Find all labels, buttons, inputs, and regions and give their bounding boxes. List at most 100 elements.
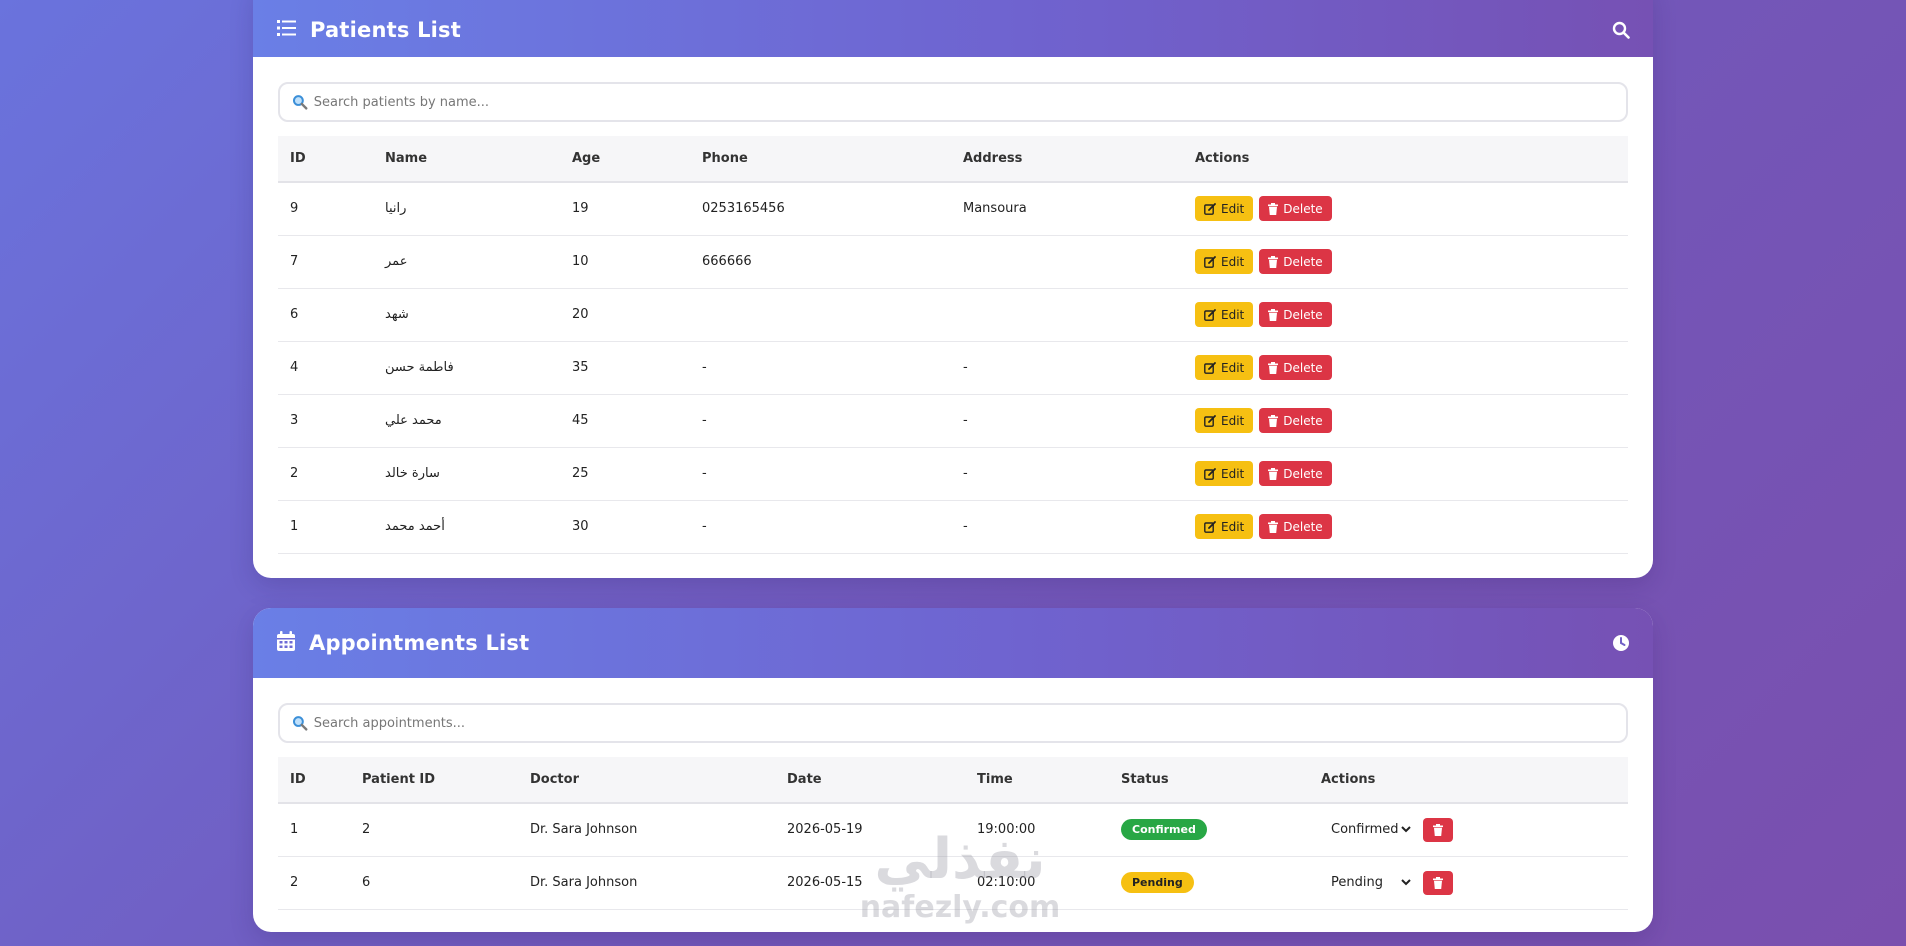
- delete-button[interactable]: Delete: [1259, 196, 1332, 222]
- cell-time: 02:10:00: [965, 856, 1109, 910]
- cell-id: 1: [278, 500, 373, 554]
- appointments-header: Appointments List: [253, 608, 1653, 678]
- trash-icon: [1433, 876, 1443, 889]
- calendar-icon: [277, 631, 295, 655]
- cell-phone: -: [690, 394, 951, 448]
- delete-appointment-button[interactable]: [1423, 817, 1453, 842]
- delete-label: Delete: [1283, 413, 1323, 428]
- edit-button[interactable]: Edit: [1195, 355, 1254, 380]
- cell-name: سارة خالد: [373, 447, 560, 501]
- appointments-search-input[interactable]: [313, 715, 1626, 731]
- patients-header: Patients List: [253, 0, 1653, 57]
- status-select[interactable]: Pending: [1321, 875, 1415, 890]
- delete-label: Delete: [1283, 254, 1323, 269]
- clock-icon[interactable]: [1611, 633, 1631, 653]
- cell-age: 30: [560, 500, 690, 554]
- appointments-title: Appointments List: [309, 631, 530, 655]
- edit-label: Edit: [1221, 201, 1245, 216]
- trash-icon: [1268, 414, 1279, 427]
- delete-button[interactable]: Delete: [1259, 355, 1332, 380]
- col-header-actions: Actions: [1183, 136, 1628, 183]
- chevron-down-icon: [1401, 826, 1411, 833]
- cell-status: Confirmed: [1109, 803, 1309, 857]
- cell-id: 1: [278, 803, 350, 857]
- delete-label: Delete: [1283, 519, 1323, 534]
- table-row: 2 سارة خالد 25- - Edit Delete: [278, 447, 1628, 501]
- edit-button[interactable]: Edit: [1195, 302, 1254, 327]
- delete-button[interactable]: Delete: [1259, 249, 1332, 274]
- edit-label: Edit: [1221, 254, 1245, 269]
- col-header-id: ID: [278, 136, 373, 183]
- cell-id: 2: [278, 856, 350, 910]
- cell-patient-id: 6: [350, 856, 518, 910]
- edit-icon: [1204, 467, 1216, 480]
- table-row: 6 شهد 20 Edit Delete: [278, 288, 1628, 342]
- delete-button[interactable]: Delete: [1259, 302, 1332, 327]
- list-icon: [277, 19, 296, 40]
- edit-label: Edit: [1221, 307, 1245, 322]
- delete-button[interactable]: Delete: [1259, 461, 1332, 486]
- patients-search-input[interactable]: [313, 94, 1626, 110]
- col-header-id: ID: [278, 757, 350, 804]
- edit-button[interactable]: Edit: [1195, 408, 1254, 433]
- cell-age: 10: [560, 235, 690, 289]
- delete-label: Delete: [1283, 466, 1323, 481]
- cell-address: -: [951, 447, 1183, 501]
- cell-id: 7: [278, 235, 373, 289]
- edit-button[interactable]: Edit: [1195, 461, 1254, 486]
- edit-icon: [1204, 202, 1216, 215]
- table-row: 7 عمر 10 666666 Edit Delete: [278, 235, 1628, 289]
- cell-id: 6: [278, 288, 373, 342]
- col-header-patient-id: Patient ID: [350, 757, 518, 804]
- table-row: 2 6 Dr. Sara Johnson 2026-05-15 02:10:00 Pend…: [278, 856, 1628, 910]
- magnifier-icon: [292, 716, 308, 731]
- cell-patient-id: 2: [350, 803, 518, 857]
- cell-actions: Edit Delete: [1183, 500, 1628, 554]
- trash-icon: [1268, 361, 1279, 374]
- cell-address: -: [951, 500, 1183, 554]
- cell-address: [951, 235, 1183, 289]
- cell-address: [951, 288, 1183, 342]
- cell-actions: Confirmed: [1309, 803, 1628, 857]
- status-select[interactable]: Confirmed: [1321, 822, 1415, 837]
- cell-actions: Edit Delete: [1183, 235, 1628, 289]
- search-icon[interactable]: [1611, 20, 1631, 40]
- col-header-time: Time: [965, 757, 1109, 804]
- cell-address: -: [951, 341, 1183, 395]
- edit-icon: [1204, 255, 1216, 268]
- col-header-date: Date: [775, 757, 965, 804]
- edit-button[interactable]: Edit: [1195, 514, 1254, 539]
- patients-title: Patients List: [310, 17, 461, 42]
- delete-appointment-button[interactable]: [1423, 870, 1453, 895]
- cell-address: Mansoura: [951, 182, 1183, 236]
- cell-actions: Edit Delete: [1183, 447, 1628, 501]
- cell-date: 2026-05-15: [775, 856, 965, 910]
- cell-address: -: [951, 394, 1183, 448]
- status-badge: Confirmed: [1121, 819, 1207, 841]
- cell-age: 35: [560, 341, 690, 395]
- edit-icon: [1204, 520, 1216, 533]
- cell-actions: Edit Delete: [1183, 182, 1628, 236]
- cell-name: فاطمة حسن: [373, 341, 560, 395]
- delete-button[interactable]: Delete: [1259, 514, 1332, 539]
- magnifier-icon: [292, 95, 308, 110]
- appointments-search-box[interactable]: [278, 703, 1628, 743]
- delete-button[interactable]: Delete: [1259, 408, 1332, 433]
- table-row: 3 محمد علي 45- - Edit Delete: [278, 394, 1628, 448]
- cell-phone: 0253165456: [690, 182, 951, 236]
- edit-label: Edit: [1221, 466, 1245, 481]
- cell-id: 3: [278, 394, 373, 448]
- cell-age: 25: [560, 447, 690, 501]
- cell-actions: Edit Delete: [1183, 288, 1628, 342]
- patients-search-box[interactable]: [278, 82, 1628, 122]
- edit-button[interactable]: Edit: [1195, 196, 1254, 222]
- edit-button[interactable]: Edit: [1195, 249, 1254, 274]
- trash-icon: [1268, 202, 1279, 215]
- cell-name: شهد: [373, 288, 560, 342]
- cell-phone: 666666: [690, 235, 951, 289]
- cell-id: 4: [278, 341, 373, 395]
- col-header-phone: Phone: [690, 136, 951, 183]
- edit-icon: [1204, 308, 1216, 321]
- appointments-table: ID Patient ID Doctor Date Time Status Ac…: [278, 757, 1628, 910]
- chevron-down-icon: [1401, 879, 1411, 886]
